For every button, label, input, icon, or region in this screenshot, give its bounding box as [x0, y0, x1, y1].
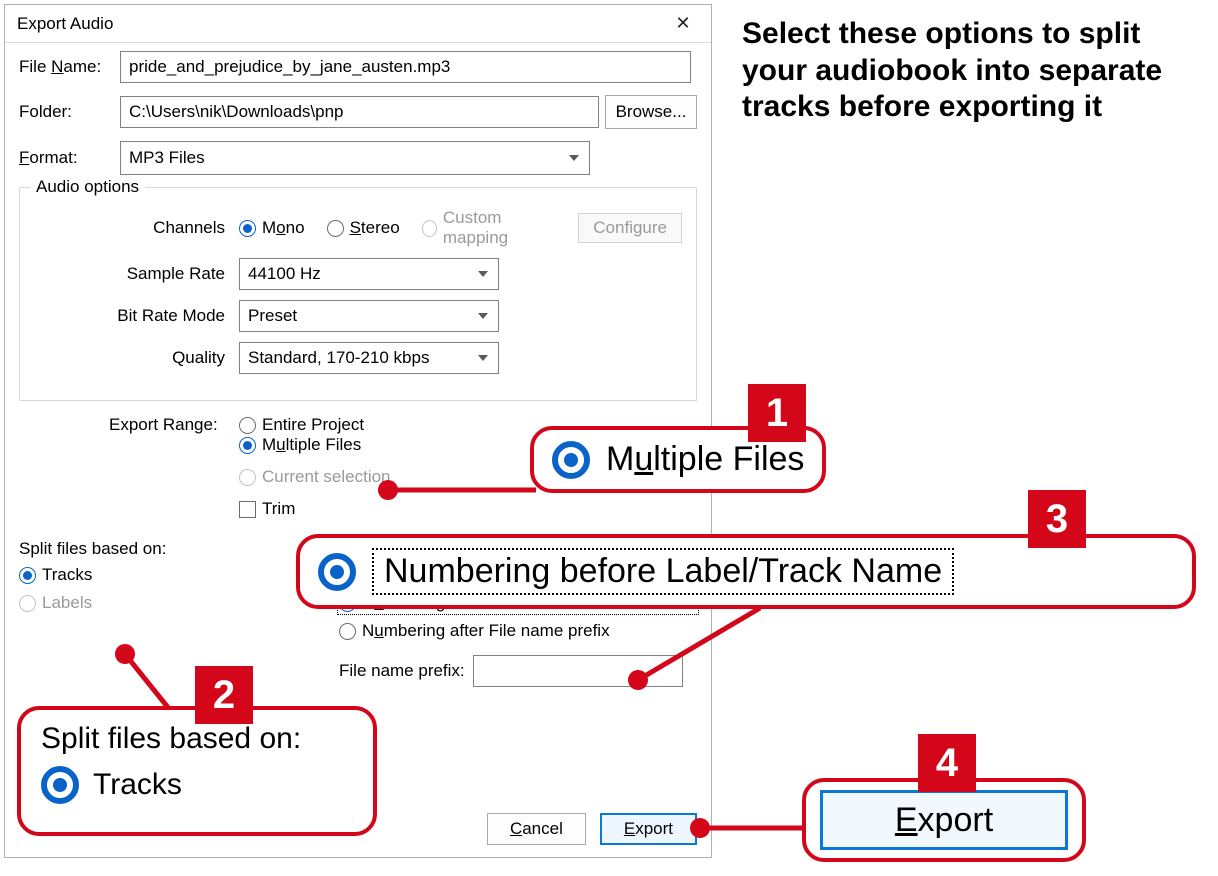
badge-4: 4 — [918, 734, 976, 792]
configure-button: Configure — [578, 213, 682, 243]
filename-row: File Name: — [19, 51, 697, 83]
format-combo[interactable]: MP3 Files — [120, 141, 590, 175]
channels-row: Channels Mono Stereo Custom mapping Conf — [34, 208, 682, 248]
bitratemode-value: Preset — [248, 306, 297, 326]
channels-mono-radio[interactable]: Mono — [239, 218, 305, 238]
channels-custom-radio: Custom mapping — [422, 208, 557, 248]
callout-split-title: Split files based on: — [41, 722, 301, 756]
dialog-buttons: Cancel Export — [487, 813, 697, 845]
channels-label: Channels — [34, 218, 239, 238]
radio-icon — [422, 220, 437, 237]
split-tracks-radio[interactable]: Tracks — [19, 565, 329, 585]
quality-row: Quality Standard, 170-210 kbps — [34, 342, 682, 374]
browse-button[interactable]: Browse... — [605, 95, 697, 129]
big-radio-icon: Tracks — [41, 766, 182, 804]
radio-icon — [327, 220, 344, 237]
name-num-after-radio[interactable]: Numbering after File name prefix — [339, 621, 697, 641]
export-button[interactable]: Export — [600, 813, 697, 845]
format-row: Format: MP3 Files — [19, 141, 697, 175]
channels-stereo-radio[interactable]: Stereo — [327, 218, 400, 238]
big-export-button: Export — [820, 790, 1068, 850]
trim-checkbox[interactable]: Trim — [239, 499, 697, 519]
badge-3: 3 — [1028, 490, 1086, 548]
bitratemode-label: Bit Rate Mode — [34, 306, 239, 326]
annotation-caption: Select these options to split your audio… — [742, 16, 1192, 126]
close-icon[interactable]: ✕ — [663, 9, 703, 39]
prefix-row: File name prefix: — [339, 655, 697, 687]
radio-icon — [19, 567, 36, 584]
titlebar: Export Audio ✕ — [5, 5, 711, 43]
audio-options-legend: Audio options — [30, 177, 145, 197]
radio-icon — [239, 437, 256, 454]
checkbox-icon — [239, 501, 256, 518]
samplerate-combo[interactable]: 44100 Hz — [239, 258, 499, 290]
badge-2: 2 — [195, 666, 253, 724]
folder-row: Folder: Browse... — [19, 95, 697, 129]
format-value: MP3 Files — [129, 148, 205, 168]
filename-label: File Name: — [19, 57, 114, 77]
folder-label: Folder: — [19, 102, 114, 122]
filename-input[interactable] — [120, 51, 691, 83]
big-radio-icon — [552, 441, 590, 479]
radio-icon — [339, 623, 356, 640]
format-label: Format: — [19, 148, 114, 168]
split-column: Split files based on: Tracks Labels — [19, 539, 329, 687]
folder-input[interactable] — [120, 96, 599, 128]
quality-combo[interactable]: Standard, 170-210 kbps — [239, 342, 499, 374]
audio-options-group: Audio options Channels Mono Stereo Custo… — [19, 187, 697, 401]
window-title: Export Audio — [17, 14, 113, 34]
prefix-label: File name prefix: — [339, 661, 465, 681]
callout-split-tracks: Split files based on: Tracks — [17, 706, 377, 836]
callout-numbering-text: Numbering before Label/Track Name — [372, 548, 954, 595]
export-range-label: Export Range: — [109, 415, 239, 435]
samplerate-value: 44100 Hz — [248, 264, 321, 284]
badge-1: 1 — [748, 384, 806, 442]
bitratemode-combo[interactable]: Preset — [239, 300, 499, 332]
split-labels-radio: Labels — [19, 593, 329, 613]
radio-icon — [239, 469, 256, 486]
quality-label: Quality — [34, 348, 239, 368]
radio-icon — [19, 595, 36, 612]
cancel-button[interactable]: Cancel — [487, 813, 586, 845]
prefix-input[interactable] — [473, 655, 683, 687]
samplerate-label: Sample Rate — [34, 264, 239, 284]
split-title: Split files based on: — [19, 539, 329, 559]
radio-icon — [239, 417, 256, 434]
samplerate-row: Sample Rate 44100 Hz — [34, 258, 682, 290]
bitratemode-row: Bit Rate Mode Preset — [34, 300, 682, 332]
big-radio-icon — [318, 553, 356, 591]
quality-value: Standard, 170-210 kbps — [248, 348, 429, 368]
radio-icon — [239, 220, 256, 237]
